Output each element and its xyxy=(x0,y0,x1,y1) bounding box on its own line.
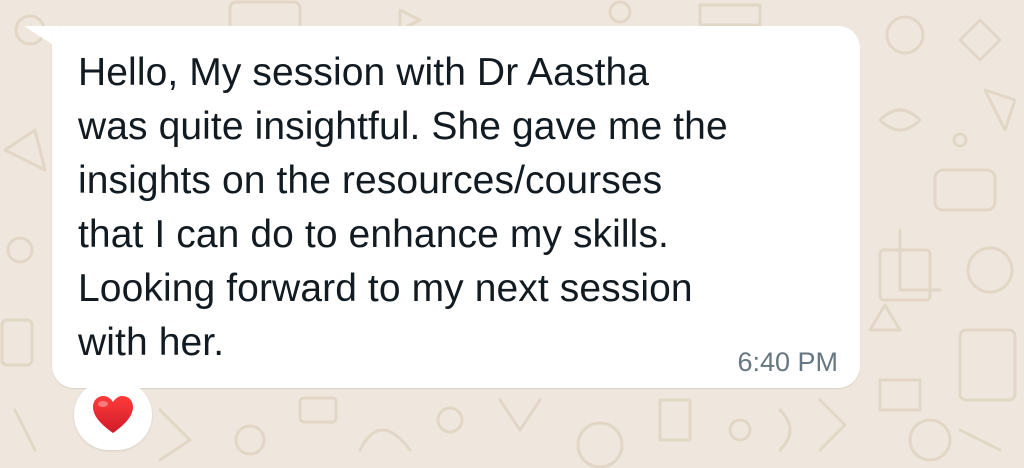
message-text: Hello, My session with Dr Aastha was qui… xyxy=(78,51,728,364)
red-heart-icon xyxy=(93,396,133,433)
message-timestamp: 6:40 PM xyxy=(737,347,838,377)
message-bubble[interactable]: Hello, My session with Dr Aastha was qui… xyxy=(52,26,860,388)
reaction-badge[interactable] xyxy=(74,380,152,450)
